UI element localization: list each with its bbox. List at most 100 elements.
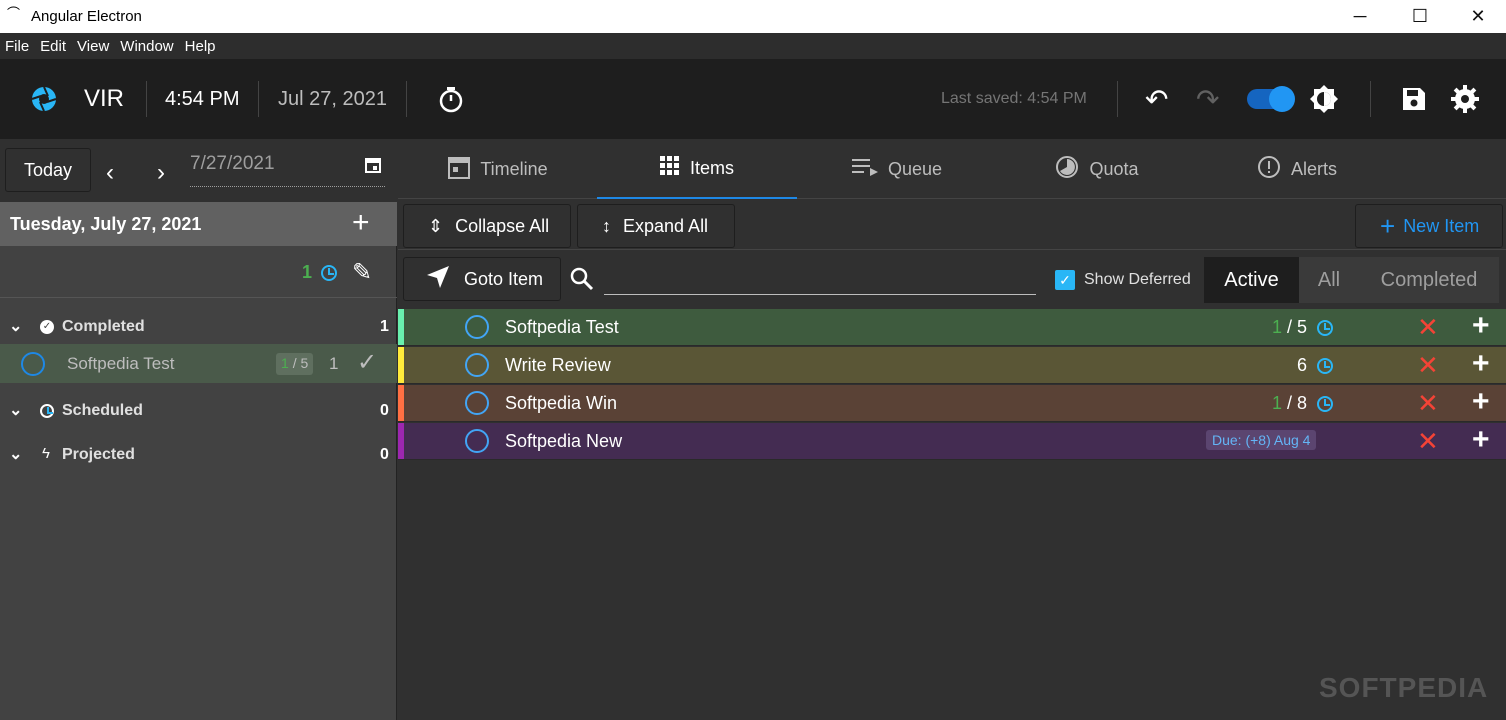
- tab-items[interactable]: Items: [597, 139, 797, 199]
- delete-x-icon[interactable]: ✕: [1417, 388, 1439, 419]
- item-label: Softpedia New: [505, 431, 623, 451]
- edit-pencil-icon[interactable]: ✎: [352, 258, 372, 287]
- clock-icon: [321, 265, 337, 281]
- day-sidebar: Today ‹ › 7/27/2021 Tuesday, July 27, 20…: [0, 139, 397, 720]
- item-status-circle-icon[interactable]: [465, 391, 489, 415]
- item-row[interactable]: Softpedia Test 1 / 5 ✕ +: [398, 309, 1506, 346]
- date-picker-value: 7/27/2021: [190, 153, 275, 174]
- date-picker-field[interactable]: 7/27/2021: [190, 153, 385, 187]
- today-button[interactable]: Today: [5, 148, 91, 192]
- new-item-label: New Item: [1403, 215, 1480, 236]
- item-status-circle-icon[interactable]: [465, 315, 489, 339]
- collapse-all-button[interactable]: ⇕ Collapse All: [403, 204, 571, 248]
- group-count: 0: [380, 402, 389, 419]
- queue-icon: [851, 158, 878, 181]
- group-label: Completed: [62, 318, 145, 335]
- filter-all-button[interactable]: All: [1299, 257, 1359, 303]
- chevron-down-icon: ⌄: [9, 402, 23, 419]
- clock-icon: [1317, 320, 1333, 336]
- menu-file[interactable]: File: [0, 38, 35, 55]
- tab-label: Items: [689, 157, 734, 178]
- softpedia-watermark: SOFTPEDIA: [1319, 672, 1489, 703]
- group-completed[interactable]: ⌄ ✓ Completed 1: [0, 310, 397, 344]
- menu-help[interactable]: Help: [180, 38, 222, 55]
- calendar-icon: [448, 155, 471, 184]
- item-row[interactable]: Softpedia Win 1 / 8 ✕ +: [398, 385, 1506, 422]
- app-header: VIR 4:54 PM Jul 27, 2021 Last saved: 4:5…: [0, 59, 1506, 139]
- due-date-badge: Due: (+8) Aug 4: [1206, 430, 1317, 450]
- last-saved-status: Last saved: 4:54 PM: [941, 90, 1087, 107]
- item-label: Write Review: [505, 355, 611, 375]
- previous-day-icon[interactable]: ‹: [106, 159, 114, 187]
- check-circle-icon: ✓: [40, 320, 54, 334]
- next-day-icon[interactable]: ›: [157, 159, 165, 187]
- add-subitem-plus-icon[interactable]: +: [1472, 423, 1490, 457]
- completed-item-count: 1: [329, 354, 339, 373]
- item-row[interactable]: Write Review 6 ✕ +: [398, 347, 1506, 384]
- item-label: Softpedia Test: [505, 317, 619, 337]
- item-status-circle-icon[interactable]: [21, 352, 45, 376]
- close-window-button[interactable]: ✕: [1448, 0, 1506, 33]
- menu-window[interactable]: Window: [115, 38, 179, 55]
- add-subitem-plus-icon[interactable]: +: [1472, 309, 1490, 343]
- expand-all-button[interactable]: ↕ Expand All: [577, 204, 735, 248]
- tab-queue[interactable]: Queue: [797, 139, 997, 199]
- item-progress-total: / 5: [1287, 317, 1308, 337]
- show-deferred-checkbox[interactable]: ✓: [1055, 270, 1075, 290]
- day-header: Tuesday, July 27, 2021 +: [0, 202, 397, 246]
- delete-x-icon[interactable]: ✕: [1417, 312, 1439, 343]
- clock-icon: [40, 404, 54, 418]
- tab-quota[interactable]: Quota: [997, 139, 1197, 199]
- current-time: 4:54 PM: [165, 87, 240, 110]
- tab-label: Alerts: [1290, 158, 1337, 179]
- completed-item-row[interactable]: Softpedia Test 1 / 5 1 ✓: [0, 344, 397, 383]
- add-subitem-plus-icon[interactable]: +: [1472, 385, 1490, 419]
- tab-label: Timeline: [480, 158, 548, 179]
- item-status-circle-icon[interactable]: [465, 429, 489, 453]
- window-titlebar: ⌒ Angular Electron ─ ☐ ✕: [0, 0, 1506, 33]
- goto-item-button[interactable]: Goto Item: [403, 257, 561, 301]
- delete-x-icon[interactable]: ✕: [1417, 426, 1439, 457]
- menu-edit[interactable]: Edit: [35, 38, 72, 55]
- tab-timeline[interactable]: Timeline: [398, 139, 598, 199]
- add-day-item-icon[interactable]: +: [352, 206, 370, 240]
- delete-x-icon[interactable]: ✕: [1417, 350, 1439, 381]
- settings-gear-icon[interactable]: [1450, 59, 1480, 139]
- plus-icon: +: [1380, 210, 1396, 241]
- timer-icon[interactable]: [438, 59, 464, 139]
- tab-alerts[interactable]: Alerts: [1197, 139, 1397, 199]
- undo-icon[interactable]: ↶: [1145, 59, 1168, 139]
- item-color-stripe: [398, 385, 404, 421]
- item-status-circle-icon[interactable]: [465, 353, 489, 377]
- lightning-icon: ϟ: [42, 445, 50, 462]
- alert-icon: [1257, 155, 1281, 184]
- maximize-button[interactable]: ☐: [1390, 0, 1450, 33]
- main-panel: Timeline Items Queue Quota Alerts ⇕ Coll…: [398, 139, 1506, 720]
- new-item-button[interactable]: + New Item: [1355, 204, 1503, 248]
- group-scheduled[interactable]: ⌄ Scheduled 0: [0, 394, 397, 428]
- calendar-icon[interactable]: [365, 157, 381, 178]
- chevron-down-icon: ⌄: [9, 446, 23, 463]
- app-name: VIR: [84, 85, 125, 112]
- collapse-all-label: Collapse All: [455, 215, 550, 236]
- menu-view[interactable]: View: [72, 38, 115, 55]
- clock-icon: [1317, 396, 1333, 412]
- save-icon[interactable]: [1401, 59, 1427, 139]
- minimize-button[interactable]: ─: [1330, 0, 1390, 33]
- brightness-icon[interactable]: [1309, 59, 1339, 139]
- filter-active-button[interactable]: Active: [1204, 257, 1299, 303]
- group-count: 0: [380, 446, 389, 463]
- item-row[interactable]: Softpedia New Due: (+8) Aug 4 ✕ +: [398, 423, 1506, 460]
- add-subitem-plus-icon[interactable]: +: [1472, 347, 1490, 381]
- window-title: Angular Electron: [31, 8, 142, 25]
- group-projected[interactable]: ⌄ ϟ Projected 0: [0, 438, 397, 472]
- theme-toggle[interactable]: [1247, 59, 1295, 139]
- checkmark-icon[interactable]: ✓: [357, 348, 377, 377]
- chevron-down-icon: ⌄: [9, 318, 23, 335]
- filter-completed-button[interactable]: Completed: [1359, 257, 1499, 303]
- redo-icon[interactable]: ↷: [1196, 59, 1219, 139]
- search-input[interactable]: [604, 265, 1036, 295]
- item-progress-done: 1: [1272, 317, 1283, 337]
- tab-label: Queue: [887, 158, 943, 179]
- aperture-logo-icon: [30, 59, 58, 139]
